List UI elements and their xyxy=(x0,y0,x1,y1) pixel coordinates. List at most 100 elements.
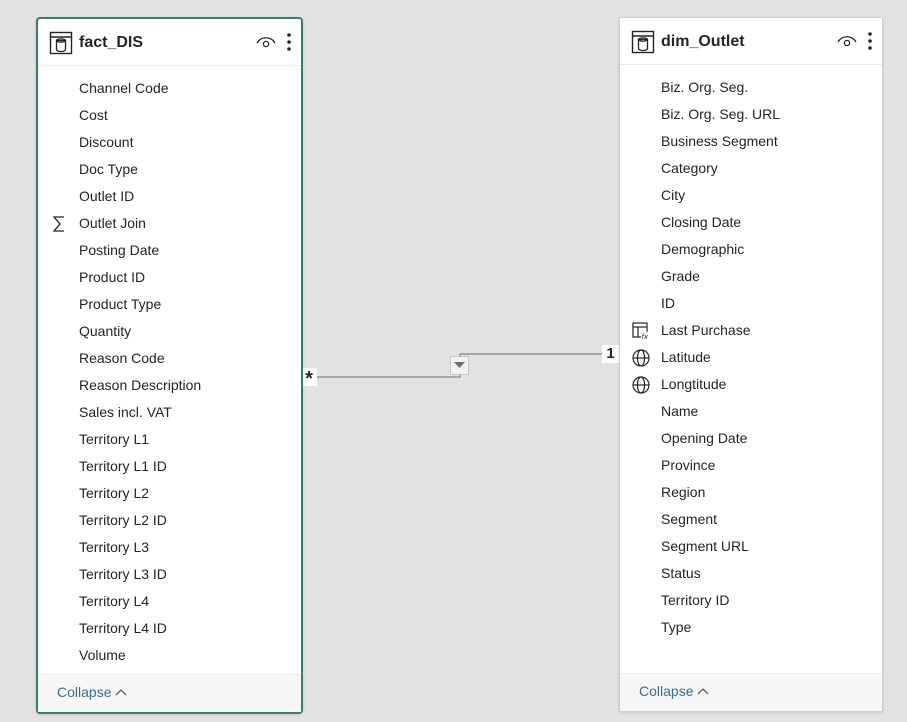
field-row[interactable]: City xyxy=(620,182,882,209)
field-label: Latitude xyxy=(661,349,711,365)
field-row[interactable]: Segment URL xyxy=(620,533,882,560)
svg-text:fx: fx xyxy=(642,333,649,341)
field-row[interactable]: Reason Description xyxy=(38,372,301,399)
field-row[interactable]: Quantity xyxy=(38,318,301,345)
field-row[interactable]: Region xyxy=(620,479,882,506)
field-label: Closing Date xyxy=(661,214,742,230)
field-row[interactable]: Territory L3 ID xyxy=(38,561,301,588)
field-label: Province xyxy=(661,457,716,473)
field-row[interactable]: Posting Date xyxy=(38,237,301,264)
globe-icon xyxy=(631,375,651,395)
field-row[interactable]: Opening Date xyxy=(620,425,882,452)
field-row[interactable]: Reason Code xyxy=(38,345,301,372)
table-card-footer: Collapse xyxy=(38,674,301,712)
table-card-fact[interactable]: fact_DIS Channel Code Cost Discount Doc Typ… xyxy=(36,17,303,714)
more-options-icon[interactable] xyxy=(286,32,292,52)
field-label: Territory L4 ID xyxy=(79,620,167,636)
field-label: Territory L3 xyxy=(79,539,150,555)
field-row[interactable]: Segment xyxy=(620,506,882,533)
field-row[interactable]: Doc Type xyxy=(38,156,301,183)
table-card-dim[interactable]: dim_Outlet Biz. Org. Seg. Biz. Org. Seg. … xyxy=(619,17,883,712)
field-label: Grade xyxy=(661,268,700,284)
field-row[interactable]: fx Last Purchase xyxy=(620,317,882,344)
table-title: dim_Outlet xyxy=(661,33,745,50)
field-label: Segment URL xyxy=(661,538,749,554)
eye-icon[interactable] xyxy=(837,34,857,48)
field-label: Discount xyxy=(79,134,134,150)
field-label: Sales incl. VAT xyxy=(79,404,172,420)
field-row[interactable]: Territory L2 xyxy=(38,480,301,507)
field-list: Channel Code Cost Discount Doc Type Outlet I… xyxy=(38,75,301,669)
field-row[interactable]: Grade xyxy=(620,263,882,290)
field-row[interactable]: Outlet Join xyxy=(38,210,301,237)
field-row[interactable]: Territory L4 ID xyxy=(38,615,301,642)
field-row[interactable]: Latitude xyxy=(620,344,882,371)
field-label: Cost xyxy=(79,107,108,123)
field-label: ID xyxy=(661,295,675,311)
field-row[interactable]: Province xyxy=(620,452,882,479)
field-label: Territory L2 ID xyxy=(79,512,167,528)
field-row[interactable]: Type xyxy=(620,614,882,641)
field-label: Territory L1 xyxy=(79,431,150,447)
table-icon xyxy=(631,30,655,54)
field-row[interactable]: Longtitude xyxy=(620,371,882,398)
collapse-button[interactable]: Collapse xyxy=(57,684,127,700)
field-row[interactable]: Status xyxy=(620,560,882,587)
field-row[interactable]: Business Segment xyxy=(620,128,882,155)
field-label: Reason Code xyxy=(79,350,165,366)
field-label: Volume xyxy=(79,647,126,663)
field-label: Category xyxy=(661,160,718,176)
sigma-icon xyxy=(49,214,69,234)
field-label: Status xyxy=(661,565,701,581)
field-label: Reason Description xyxy=(79,377,202,393)
field-row[interactable]: Territory L3 xyxy=(38,534,301,561)
field-label: Last Purchase xyxy=(661,322,751,338)
field-label: Territory L3 ID xyxy=(79,566,167,582)
field-row[interactable]: Discount xyxy=(38,129,301,156)
field-row[interactable]: Territory L4 xyxy=(38,588,301,615)
field-row[interactable]: Closing Date xyxy=(620,209,882,236)
field-row[interactable]: Category xyxy=(620,155,882,182)
field-label: Outlet Join xyxy=(79,215,146,231)
field-label: Territory L4 xyxy=(79,593,150,609)
field-row[interactable]: Territory ID xyxy=(620,587,882,614)
field-row[interactable]: ID xyxy=(620,290,882,317)
field-label: Channel Code xyxy=(79,80,169,96)
cross-filter-direction-button[interactable] xyxy=(450,356,469,375)
field-label: Opening Date xyxy=(661,430,748,446)
table-icon xyxy=(49,31,73,55)
field-row[interactable]: Product ID xyxy=(38,264,301,291)
field-label: Quantity xyxy=(79,323,132,339)
field-label: Territory ID xyxy=(661,592,730,608)
collapse-button[interactable]: Collapse xyxy=(639,683,709,699)
triangle-down-icon xyxy=(454,362,465,368)
field-row[interactable]: Name xyxy=(620,398,882,425)
field-label: Territory L1 ID xyxy=(79,458,167,474)
field-label: Longtitude xyxy=(661,376,727,392)
field-row[interactable]: Demographic xyxy=(620,236,882,263)
field-row[interactable]: Outlet ID xyxy=(38,183,301,210)
field-row[interactable]: Territory L2 ID xyxy=(38,507,301,534)
field-label: Posting Date xyxy=(79,242,160,258)
field-row[interactable]: Biz. Org. Seg. xyxy=(620,74,882,101)
table-card-header: dim_Outlet xyxy=(620,18,882,65)
field-row[interactable]: Territory L1 xyxy=(38,426,301,453)
field-label: Product Type xyxy=(79,296,162,312)
field-row[interactable]: Biz. Org. Seg. URL xyxy=(620,101,882,128)
field-row[interactable]: Volume xyxy=(38,642,301,669)
field-row[interactable]: Channel Code xyxy=(38,75,301,102)
many-cardinality-marker: * xyxy=(301,368,317,390)
field-label: Biz. Org. Seg. URL xyxy=(661,106,781,122)
field-row[interactable]: Product Type xyxy=(38,291,301,318)
field-label: Demographic xyxy=(661,241,745,257)
field-label: Biz. Org. Seg. xyxy=(661,79,749,95)
more-options-icon[interactable] xyxy=(867,31,873,51)
field-row[interactable]: Cost xyxy=(38,102,301,129)
collapse-label: Collapse xyxy=(639,683,694,699)
chevron-up-icon xyxy=(698,688,709,695)
field-row[interactable]: Sales incl. VAT xyxy=(38,399,301,426)
eye-icon[interactable] xyxy=(256,35,276,49)
field-label: Doc Type xyxy=(79,161,138,177)
field-row[interactable]: Territory L1 ID xyxy=(38,453,301,480)
table-card-footer: Collapse xyxy=(620,673,882,711)
